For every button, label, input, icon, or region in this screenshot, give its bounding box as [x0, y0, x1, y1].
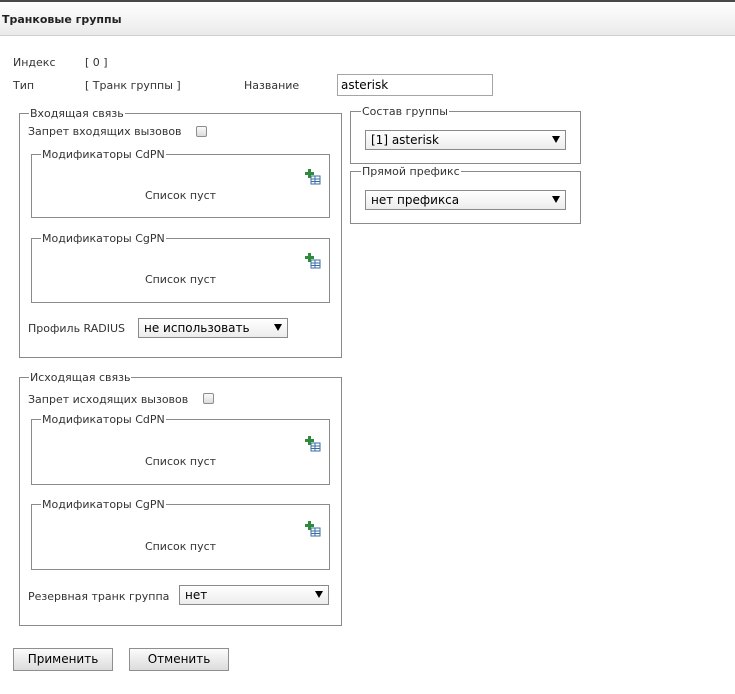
prefix-select-value: нет префикса — [371, 193, 460, 207]
page-title: Транковые группы — [2, 13, 122, 26]
incoming-cdpn-legend: Модификаторы CdPN — [41, 148, 166, 161]
radius-select-value: не использовать — [144, 321, 250, 335]
incoming-legend: Входящая связь — [29, 107, 125, 120]
index-label: Индекс — [13, 56, 56, 69]
incoming-fieldset: Входящая связь Запрет входящих вызовов М… — [19, 107, 342, 358]
incoming-block-checkbox[interactable] — [196, 126, 207, 137]
prefix-legend: Прямой префикс — [361, 165, 461, 178]
outgoing-fieldset: Исходящая связь Запрет исходящих вызовов… — [19, 371, 342, 626]
add-table-icon[interactable] — [305, 253, 321, 269]
group-fieldset: Состав группы [1] asterisk — [350, 105, 581, 164]
outgoing-cgpn-empty: Список пуст — [144, 540, 217, 553]
add-table-icon[interactable] — [305, 436, 321, 452]
outgoing-cdpn-fieldset: Модификаторы CdPN Список пуст — [31, 413, 330, 485]
outgoing-cdpn-empty: Список пуст — [144, 455, 217, 468]
group-select-value: [1] asterisk — [371, 133, 439, 147]
name-input[interactable]: asterisk — [337, 74, 493, 96]
cancel-button[interactable]: Отменить — [129, 648, 229, 671]
index-value: [ 0 ] — [85, 56, 108, 69]
chevron-down-icon — [552, 136, 560, 143]
outgoing-cgpn-legend: Модификаторы CgPN — [41, 498, 166, 511]
reserve-label: Резервная транк группа — [28, 590, 170, 603]
type-value: [ Транк группы ] — [85, 79, 181, 92]
apply-button[interactable]: Применить — [13, 648, 113, 671]
radius-label: Профиль RADIUS — [28, 322, 126, 335]
prefix-select[interactable]: нет префикса — [365, 190, 566, 210]
outgoing-legend: Исходящая связь — [29, 371, 132, 384]
title-bar: Транковые группы — [0, 2, 735, 36]
radius-select[interactable]: не использовать — [138, 318, 288, 338]
add-table-icon[interactable] — [305, 521, 321, 537]
reserve-select-value: нет — [185, 588, 208, 602]
outgoing-cdpn-legend: Модификаторы CdPN — [41, 413, 166, 426]
incoming-cgpn-empty: Список пуст — [144, 273, 217, 286]
type-label: Тип — [13, 79, 35, 92]
incoming-cgpn-fieldset: Модификаторы CgPN Список пуст — [31, 232, 330, 303]
group-select[interactable]: [1] asterisk — [365, 130, 566, 150]
reserve-select[interactable]: нет — [179, 585, 329, 605]
prefix-fieldset: Прямой префикс нет префикса — [350, 165, 581, 224]
incoming-cdpn-empty: Список пуст — [144, 189, 217, 202]
outgoing-cgpn-fieldset: Модификаторы CgPN Список пуст — [31, 498, 330, 570]
add-table-icon[interactable] — [305, 169, 321, 185]
chevron-down-icon — [552, 196, 560, 203]
group-legend: Состав группы — [361, 105, 449, 118]
outgoing-block-label: Запрет исходящих вызовов — [28, 393, 189, 406]
chevron-down-icon — [274, 324, 282, 331]
chevron-down-icon — [315, 591, 323, 598]
incoming-cdpn-fieldset: Модификаторы CdPN Список пуст — [31, 148, 330, 218]
name-label: Название — [244, 79, 300, 92]
incoming-block-label: Запрет входящих вызовов — [28, 125, 182, 138]
incoming-cgpn-legend: Модификаторы CgPN — [41, 232, 166, 245]
outgoing-block-checkbox[interactable] — [203, 393, 214, 404]
